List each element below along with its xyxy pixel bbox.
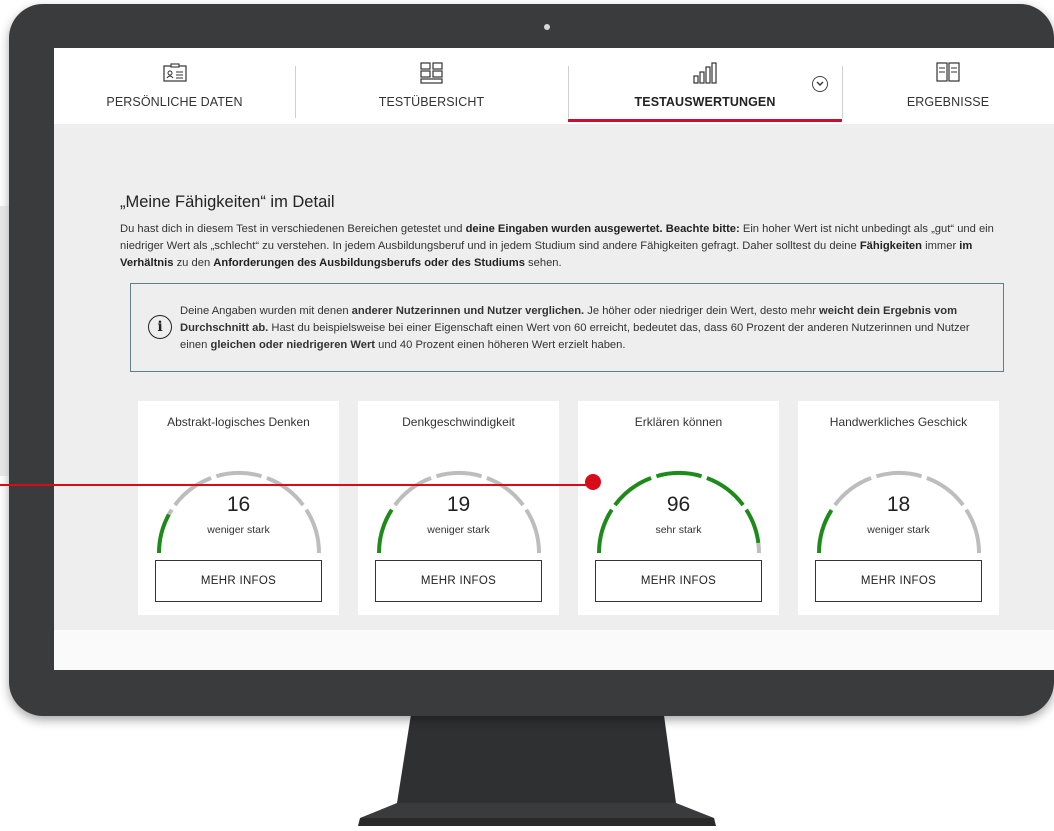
annotation-line: [0, 484, 596, 486]
annotation-dot: [585, 474, 601, 490]
ability-card: Handwerkliches Geschick 18 weniger stark…: [798, 401, 999, 615]
ability-card: Erklären können 96 sehr stark MEHR INFOS: [578, 401, 779, 615]
tab-label: TESTÜBERSICHT: [378, 95, 485, 109]
score-value: 18: [886, 493, 911, 516]
tab-divider: [568, 66, 569, 118]
footer-bar: [54, 630, 1054, 670]
tab-divider: [842, 66, 843, 118]
gauge-segment-empty: [435, 471, 483, 479]
tab-results[interactable]: ERGEBNISSE: [842, 48, 1054, 124]
score-label: sehr stark: [655, 524, 702, 536]
card-title: Abstrakt-logisches Denken: [167, 415, 310, 429]
screen: PERSÖNLICHE DATEN TESTÜBERSICHT TESTAUSW…: [54, 48, 1054, 670]
more-info-button[interactable]: MEHR INFOS: [375, 560, 542, 602]
stage: PERSÖNLICHE DATEN TESTÜBERSICHT TESTAUSW…: [0, 0, 1054, 831]
intro-text: Du hast dich in diesem Test in verschied…: [120, 223, 994, 269]
tab-label: ERGEBNISSE: [906, 95, 990, 109]
gauge-segment-empty: [215, 471, 263, 479]
score-label: weniger stark: [207, 524, 270, 536]
card-title: Erklären können: [634, 415, 723, 429]
main-content: „Meine Fähigkeiten“ im Detail Du hast di…: [54, 124, 1054, 630]
tab-bar: PERSÖNLICHE DATEN TESTÜBERSICHT TESTAUSW…: [54, 48, 1054, 124]
more-info-button[interactable]: MEHR INFOS: [155, 560, 322, 602]
tab-test-overview[interactable]: TESTÜBERSICHT: [295, 48, 568, 124]
page-title: „Meine Fähigkeiten“ im Detail: [120, 193, 335, 211]
tab-label: TESTAUSWERTUNGEN: [634, 95, 776, 109]
bar-chart-icon: [692, 62, 718, 84]
book-icon: [935, 62, 961, 84]
id-card-icon: [162, 62, 187, 84]
tab-label: PERSÖNLICHE DATEN: [106, 95, 243, 109]
gauge-segment-filled: [655, 471, 703, 479]
gauge-segment-empty: [756, 542, 761, 554]
score-value: 16: [226, 493, 251, 516]
info-text: Deine Angaben wurden mit denen anderer N…: [180, 305, 970, 351]
card-title: Denkgeschwindigkeit: [402, 415, 515, 429]
ability-card: Abstrakt-logisches Denken 16 weniger sta…: [138, 401, 339, 615]
score-value: 19: [446, 493, 471, 516]
score-value: 96: [666, 493, 691, 516]
tab-test-evaluations[interactable]: TESTAUSWERTUNGEN: [568, 48, 842, 124]
camera-dot: [544, 24, 550, 30]
tab-personal-data[interactable]: PERSÖNLICHE DATEN: [54, 48, 295, 124]
chevron-down-icon[interactable]: [812, 76, 828, 92]
score-label: weniger stark: [427, 524, 490, 536]
info-icon: i: [148, 315, 172, 339]
info-box: i Deine Angaben wurden mit denen anderer…: [130, 283, 1004, 372]
tab-divider: [295, 66, 296, 118]
ability-cards: Abstrakt-logisches Denken 16 weniger sta…: [138, 401, 1000, 615]
more-info-button[interactable]: MEHR INFOS: [595, 560, 762, 602]
ability-card: Denkgeschwindigkeit 19 weniger stark MEH…: [358, 401, 559, 615]
more-info-button[interactable]: MEHR INFOS: [815, 560, 982, 602]
score-label: weniger stark: [867, 524, 930, 536]
gauge-segment-empty: [875, 471, 923, 479]
card-title: Handwerkliches Geschick: [829, 415, 968, 429]
grid-icon: [419, 62, 445, 84]
